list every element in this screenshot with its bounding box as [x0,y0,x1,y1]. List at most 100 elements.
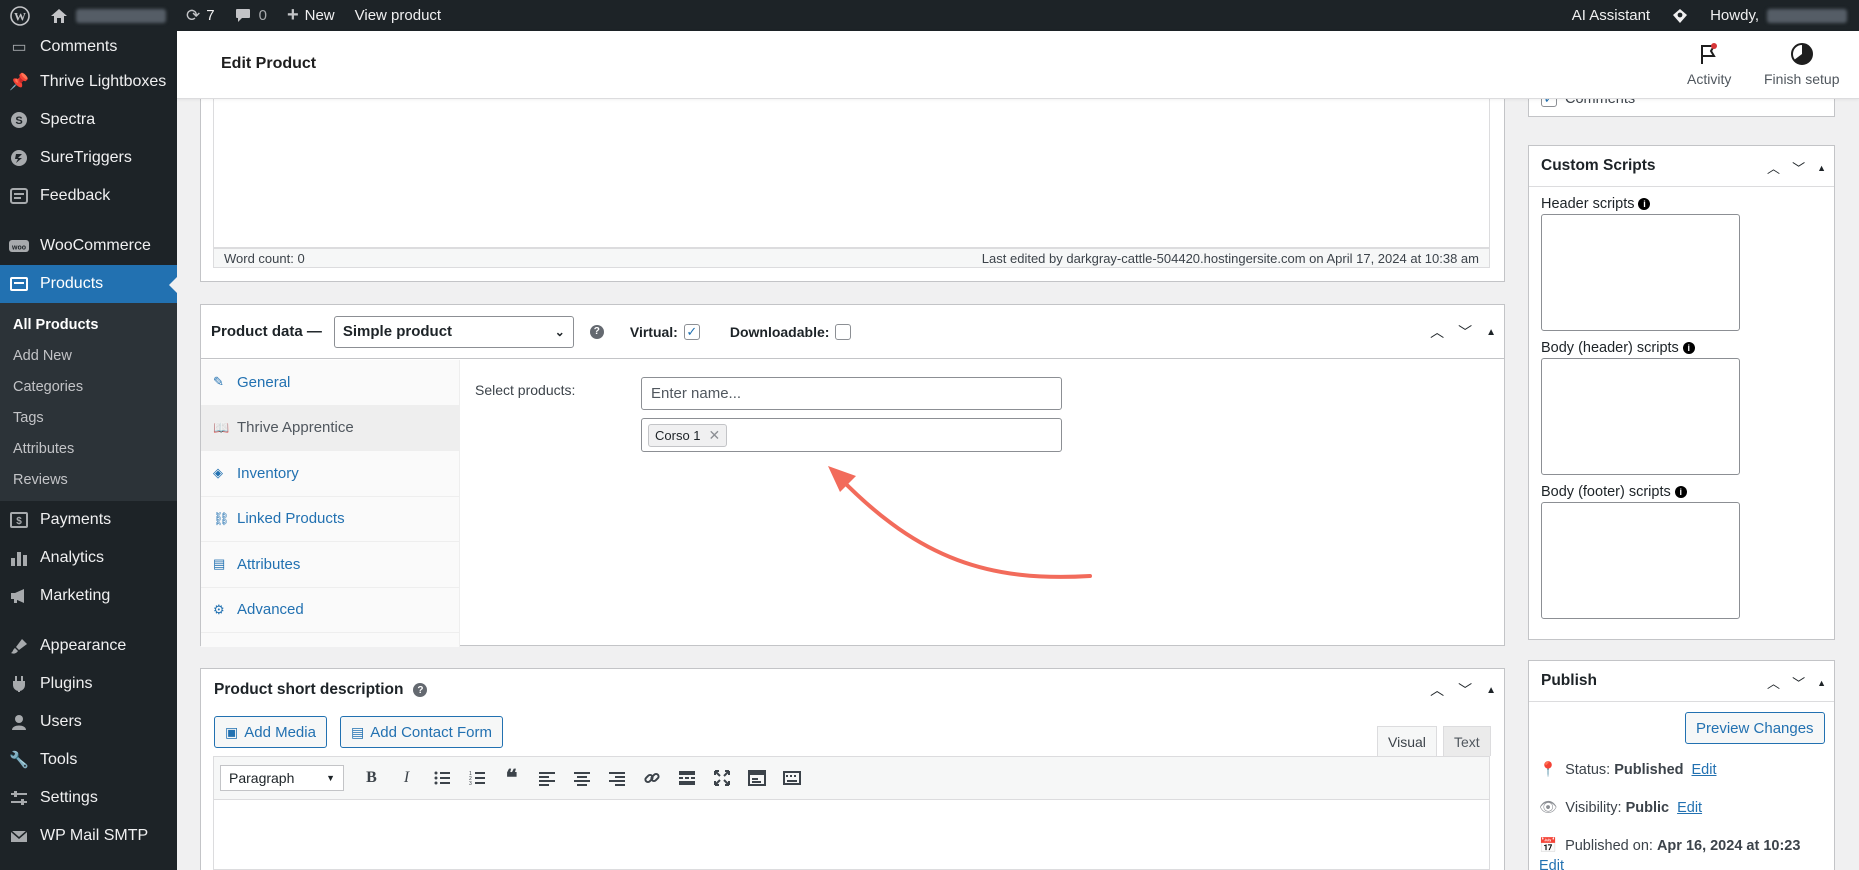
body-footer-scripts-textarea[interactable] [1541,502,1740,619]
bold-button[interactable]: B [354,763,389,793]
content-editor-area[interactable] [213,99,1490,248]
submenu-attributes[interactable]: Attributes [0,433,177,464]
body-header-scripts-textarea[interactable] [1541,358,1740,475]
menu-feedback[interactable]: Feedback [0,177,177,215]
menu-users[interactable]: Users [0,703,177,741]
menu-label: Settings [40,789,98,806]
insert-form-button[interactable] [739,763,774,793]
comments-link[interactable]: 0 [225,0,277,31]
collapse-toggle-icon[interactable]: ▲ [1817,678,1826,688]
product-search-input[interactable]: Enter name... [641,377,1062,410]
menu-products[interactable]: Products [0,265,177,303]
bullet-list-button[interactable] [424,763,459,793]
collapse-toggle-icon[interactable]: ▲ [1486,327,1496,338]
add-contact-form-button[interactable]: ▤ Add Contact Form [340,716,503,748]
publish-title: Publish [1541,672,1597,689]
menu-suretriggers[interactable]: SureTriggers [0,139,177,177]
tab-inventory[interactable]: ◈ Inventory [201,451,459,497]
virtual-checkbox[interactable]: ✓ [683,323,700,340]
menu-appearance[interactable]: Appearance [0,627,177,665]
tab-thrive-apprentice[interactable]: 📖 Thrive Apprentice [201,405,459,451]
product-data-tabs: ✎ General 📖 Thrive Apprentice ◈ Inventor… [201,360,460,647]
info-icon[interactable]: i [1682,342,1695,354]
published-on-label: Published on: [1565,837,1653,854]
align-center-button[interactable] [564,763,599,793]
tab-attributes[interactable]: ▤ Attributes [201,542,459,588]
menu-marketing[interactable]: Marketing [0,577,177,615]
collapse-toggle-icon[interactable]: ▲ [1486,685,1496,696]
submenu-categories[interactable]: Categories [0,371,177,402]
move-up-icon[interactable]: ︿ [1767,158,1780,177]
short-description-editor[interactable] [213,800,1490,870]
menu-woocommerce[interactable]: woo WooCommerce [0,227,177,265]
numbered-list-button[interactable]: 123 [459,763,494,793]
wordpress-logo-icon[interactable]: W [0,0,40,31]
format-select[interactable]: Paragraph ▼ [220,765,344,791]
menu-spectra[interactable]: S Spectra [0,101,177,139]
align-left-button[interactable] [529,763,564,793]
read-more-button[interactable] [669,763,704,793]
align-right-button[interactable] [599,763,634,793]
submenu-add-new[interactable]: Add New [0,340,177,371]
my-account-link[interactable]: Howdy, [1700,0,1859,31]
help-icon[interactable]: ? [589,324,604,339]
downloadable-checkbox[interactable] [835,323,852,340]
submenu-all-products[interactable]: All Products [0,309,177,340]
menu-settings[interactable]: Settings [0,779,177,817]
menu-plugins[interactable]: Plugins [0,665,177,703]
edit-status-link[interactable]: Edit [1692,762,1717,778]
help-icon[interactable]: ? [413,683,428,697]
tab-visual[interactable]: Visual [1377,726,1437,756]
label-text: Body (header) scripts [1541,340,1679,356]
move-up-icon[interactable]: ︿ [1767,673,1780,692]
comments-checkbox[interactable]: ✓ [1541,99,1557,107]
menu-wp-mail-smtp[interactable]: WP Mail SMTP [0,817,177,855]
move-down-icon[interactable]: ﹀ [1458,322,1472,342]
move-up-icon[interactable]: ︿ [1430,322,1444,342]
remove-token-icon[interactable]: ✕ [709,427,721,444]
updates-link[interactable]: ⟳ 7 [176,0,225,31]
blockquote-button[interactable]: ❝ [494,763,529,793]
move-down-icon[interactable]: ﹀ [1458,680,1472,700]
menu-comments[interactable]: ▭ Comments [0,31,177,63]
home-icon [51,8,67,23]
collapse-toggle-icon[interactable]: ▲ [1817,163,1826,173]
move-down-icon[interactable]: ﹀ [1792,673,1805,692]
selected-products-field[interactable]: Corso 1 ✕ [641,418,1062,452]
menu-thrive-lightboxes[interactable]: 📌 Thrive Lightboxes [0,63,177,101]
comment-bubble-icon [235,9,250,22]
tab-text[interactable]: Text [1443,726,1491,756]
italic-button[interactable]: I [389,763,424,793]
preview-changes-button[interactable]: Preview Changes [1685,712,1825,744]
flag-icon [1696,41,1722,67]
analytics-icon [8,547,30,569]
info-icon[interactable]: i [1674,486,1687,498]
fullscreen-button[interactable] [704,763,739,793]
menu-analytics[interactable]: Analytics [0,539,177,577]
edit-visibility-link[interactable]: Edit [1677,800,1702,816]
edit-date-link[interactable]: Edit [1539,858,1564,870]
move-down-icon[interactable]: ﹀ [1792,158,1805,177]
add-media-button[interactable]: ▣ Add Media [214,716,327,748]
product-type-select[interactable]: Simple product ⌄ [333,315,574,348]
site-name-link[interactable] [40,0,176,31]
tab-advanced[interactable]: ⚙ Advanced [201,588,459,633]
view-product-link[interactable]: View product [345,0,451,31]
menu-tools[interactable]: 🔧 Tools [0,741,177,779]
toolbar-toggle-button[interactable] [774,763,809,793]
submenu-reviews[interactable]: Reviews [0,464,177,495]
menu-payments[interactable]: $ Payments [0,501,177,539]
notification-icon[interactable] [1660,0,1700,31]
submenu-tags[interactable]: Tags [0,402,177,433]
link-icon: ⛓ [213,510,230,526]
move-up-icon[interactable]: ︿ [1430,680,1444,700]
info-icon[interactable]: i [1638,198,1651,210]
finish-setup-button[interactable]: Finish setup [1764,41,1839,87]
new-content-link[interactable]: + New [277,0,345,31]
header-scripts-textarea[interactable] [1541,214,1740,331]
ai-assistant-link[interactable]: AI Assistant [1562,0,1660,31]
activity-button[interactable]: Activity [1687,41,1731,87]
insert-link-button[interactable] [634,763,669,793]
tab-general[interactable]: ✎ General [201,360,459,406]
tab-linked-products[interactable]: ⛓ Linked Products [201,497,459,542]
